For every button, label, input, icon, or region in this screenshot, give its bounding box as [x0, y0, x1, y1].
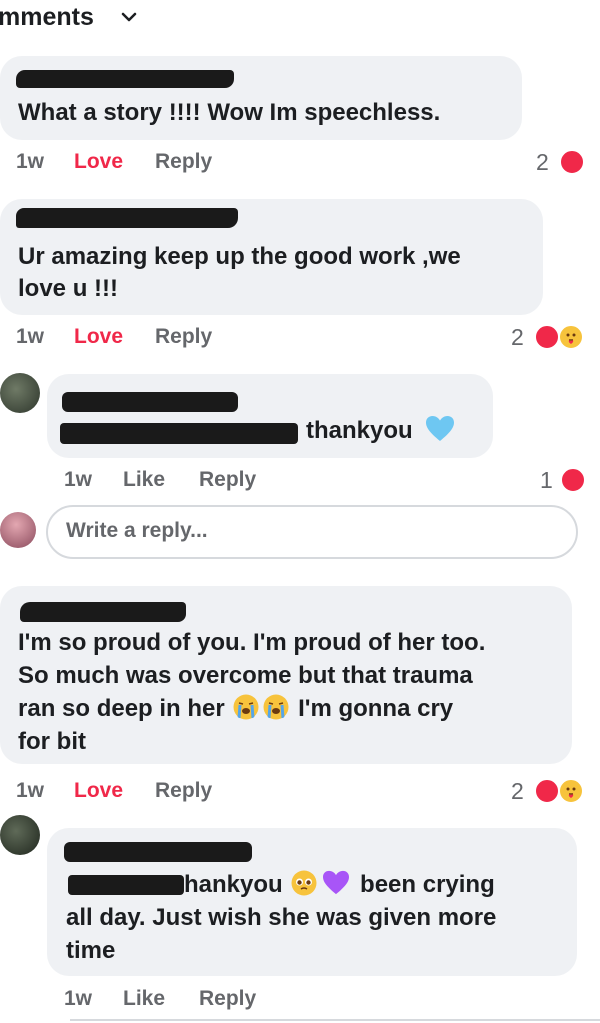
care-reaction-icon[interactable]	[558, 778, 584, 804]
heart-reaction-icon[interactable]	[559, 149, 585, 175]
reply-button[interactable]: Reply	[199, 466, 256, 494]
comment-text-part: I'm gonna cry	[298, 695, 454, 722]
comment-time[interactable]: 1w	[64, 985, 92, 1013]
reply-input[interactable]: Write a reply...	[46, 505, 578, 559]
current-user-avatar	[0, 512, 36, 548]
reply-button[interactable]: Reply	[155, 777, 212, 805]
comment-text: thankyou	[306, 414, 455, 447]
comment-time[interactable]: 1w	[16, 148, 44, 176]
reply-text: thankyou	[306, 417, 413, 444]
comment-text: Ur amazing keep up the good work ,we	[18, 243, 461, 270]
reaction-count[interactable]: 2	[511, 323, 524, 351]
comments-header[interactable]: mments	[0, 0, 94, 34]
comment-text: What a story !!!! Wow Im speechless.	[18, 99, 441, 126]
reply-button[interactable]: Reply	[199, 985, 256, 1013]
purple-heart-emoji-icon	[323, 870, 350, 895]
avatar[interactable]	[0, 815, 40, 855]
comment-text-part: hankyou	[184, 871, 283, 898]
redacted-author-name	[16, 208, 238, 228]
comment-time[interactable]: 1w	[64, 466, 92, 494]
reaction-count[interactable]: 2	[511, 777, 524, 805]
reply-button[interactable]: Reply	[155, 148, 212, 176]
reply-button[interactable]: Reply	[155, 323, 212, 351]
comment-text: love u !!!	[18, 275, 118, 302]
light-blue-heart-emoji-icon	[426, 416, 455, 441]
loudly-crying-emoji-icon	[233, 694, 259, 720]
love-reaction-button[interactable]: Love	[74, 777, 123, 805]
pleading-face-emoji-icon	[291, 870, 317, 896]
like-button[interactable]: Like	[123, 466, 165, 494]
redacted-mention	[60, 423, 298, 444]
comment-text-part: ran so deep in her	[18, 695, 225, 722]
comment-text-part: been crying	[360, 871, 495, 898]
comment-text: all day. Just wish she was given more	[66, 904, 497, 931]
comment-time[interactable]: 1w	[16, 323, 44, 351]
heart-reaction-icon[interactable]	[534, 778, 560, 804]
comment-time[interactable]: 1w	[16, 777, 44, 805]
like-button[interactable]: Like	[123, 985, 165, 1013]
comment-text: I'm so proud of you. I'm proud of her to…	[18, 629, 486, 656]
redacted-mention	[68, 875, 184, 895]
loudly-crying-emoji-icon	[263, 694, 289, 720]
comment-text: time	[66, 937, 116, 964]
comment-text: hankyou been crying	[184, 868, 495, 901]
avatar[interactable]	[0, 373, 40, 413]
comment-text: ran so deep in her I'm gonna cry	[18, 692, 453, 725]
comment-text: for bit	[18, 728, 86, 755]
love-reaction-button[interactable]: Love	[74, 148, 123, 176]
comment-text: So much was overcome but that trauma	[18, 662, 473, 689]
redacted-author-name	[64, 842, 252, 862]
reply-input-placeholder: Write a reply...	[66, 519, 208, 542]
reaction-count[interactable]: 1	[540, 466, 553, 494]
redacted-author-name	[62, 392, 238, 412]
reaction-count[interactable]: 2	[536, 148, 549, 176]
love-reaction-button[interactable]: Love	[74, 323, 123, 351]
care-reaction-icon[interactable]	[558, 324, 584, 350]
heart-reaction-icon[interactable]	[560, 467, 586, 493]
heart-reaction-icon[interactable]	[534, 324, 560, 350]
chevron-down-icon[interactable]	[120, 8, 138, 26]
divider	[70, 1019, 600, 1021]
redacted-author-name	[20, 602, 186, 622]
redacted-author-name	[16, 70, 234, 88]
